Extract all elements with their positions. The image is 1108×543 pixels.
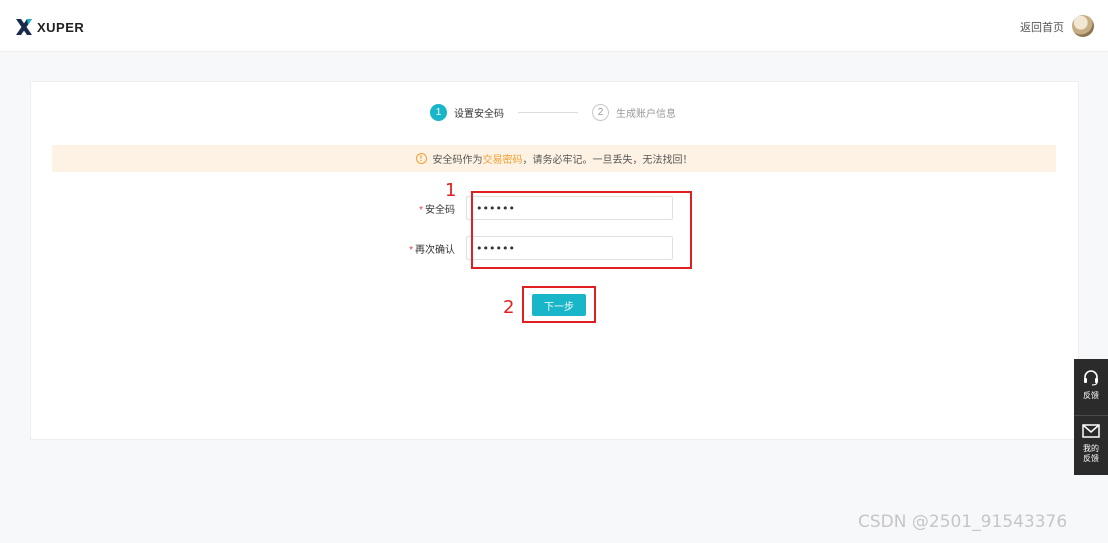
feedback-label: 反馈 xyxy=(1083,391,1099,400)
my-feedback-label-line2: 反馈 xyxy=(1083,454,1099,463)
warning-icon: ! xyxy=(415,153,427,164)
annotation-number-1: 1 xyxy=(445,180,457,201)
user-avatar[interactable] xyxy=(1072,15,1094,37)
sidebar-divider xyxy=(1074,415,1108,416)
notice-suffix: ，请务必牢记。一旦丢失，无法找回！ xyxy=(522,155,693,166)
step-2-number: 2 xyxy=(592,103,609,121)
annotation-box-2 xyxy=(522,286,596,323)
step-1-number: 1 xyxy=(430,103,447,121)
back-home-link[interactable]: 返回首页 xyxy=(1020,19,1064,35)
my-feedback-button[interactable]: 我的 反馈 xyxy=(1074,424,1108,464)
step-connector xyxy=(518,111,578,113)
required-mark: * xyxy=(419,204,423,216)
mail-icon xyxy=(1082,424,1100,438)
step-1: 1 设置安全码 xyxy=(430,103,504,121)
step-2: 2 生成账户信息 xyxy=(592,103,676,121)
floating-sidebar: 反馈 我的 反馈 xyxy=(1074,359,1108,475)
top-header: XUPER 返回首页 xyxy=(0,0,1108,52)
step-indicator: 1 设置安全码 2 生成账户信息 xyxy=(430,103,676,121)
warning-notice: ! 安全码作为 交易密码 ，请务必牢记。一旦丢失，无法找回！ xyxy=(52,145,1056,172)
annotation-box-1 xyxy=(471,191,692,269)
headset-icon xyxy=(1084,370,1098,386)
logo-text: XUPER xyxy=(37,19,85,35)
confirm-code-label: * 再次确认 xyxy=(400,241,466,256)
step-1-label: 设置安全码 xyxy=(454,108,504,120)
csdn-watermark: CSDN @2501_91543376 xyxy=(858,512,1068,532)
required-mark: * xyxy=(409,244,413,256)
notice-prefix: 安全码作为 xyxy=(432,155,483,166)
xuper-logo[interactable]: XUPER xyxy=(14,17,84,37)
feedback-button[interactable]: 反馈 xyxy=(1074,369,1108,401)
my-feedback-label-line1: 我的 xyxy=(1083,444,1099,453)
security-code-label: * 安全码 xyxy=(400,201,466,216)
security-code-label-text: 安全码 xyxy=(425,204,455,216)
notice-highlight: 交易密码 xyxy=(482,155,523,166)
confirm-code-label-text: 再次确认 xyxy=(415,244,455,256)
step-2-label: 生成账户信息 xyxy=(616,108,676,120)
xuper-logo-icon xyxy=(16,19,32,35)
annotation-number-2: 2 xyxy=(503,297,515,318)
